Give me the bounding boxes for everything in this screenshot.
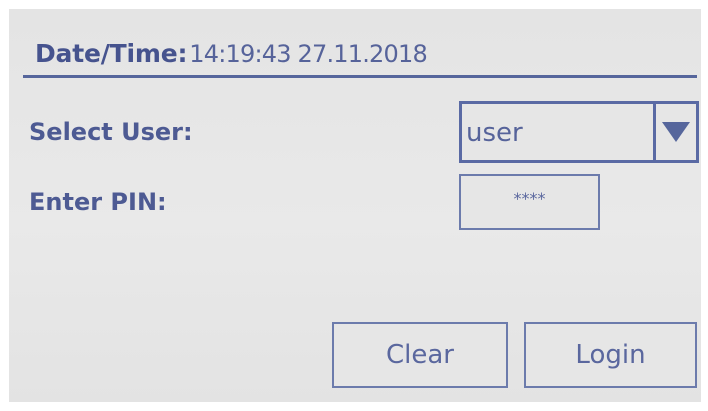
login-screen: Date/Time: 14:19:43 27.11.2018 Select Us… [9, 9, 701, 402]
pin-input[interactable]: **** [459, 174, 600, 230]
user-select-dropdown-button[interactable] [653, 104, 696, 160]
pin-input-value: **** [513, 188, 546, 208]
login-button[interactable]: Login [524, 322, 697, 388]
enter-pin-label: Enter PIN: [29, 188, 167, 216]
datetime-header: Date/Time: 14:19:43 27.11.2018 [35, 39, 428, 75]
select-user-label: Select User: [29, 118, 193, 146]
clear-button[interactable]: Clear [332, 322, 508, 388]
header-divider [23, 75, 697, 78]
triangle-down-icon [662, 122, 690, 142]
datetime-label: Date/Time: [35, 39, 188, 68]
datetime-value: 14:19:43 27.11.2018 [189, 40, 427, 68]
user-select[interactable]: user [459, 101, 699, 163]
user-select-value: user [466, 118, 523, 148]
